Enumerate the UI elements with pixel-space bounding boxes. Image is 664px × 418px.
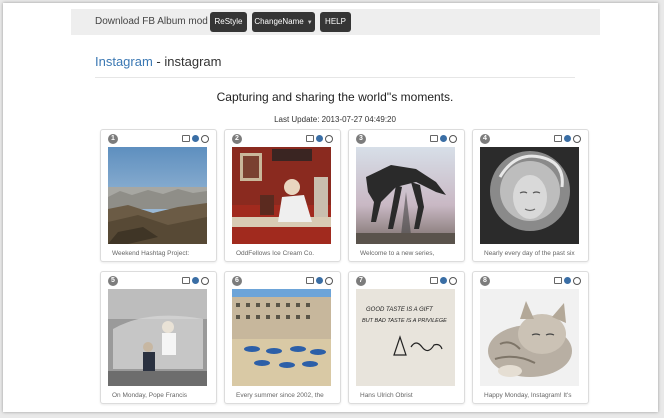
share-icon[interactable] [325,277,333,285]
card-actions [304,277,333,285]
photo-card[interactable]: 6 Every summer since 2002, the [224,271,341,404]
info-icon[interactable] [440,135,447,142]
ice-cream-shop-photo [232,147,331,244]
page: Download FB Album mod ReStyle ChangeName… [3,3,658,412]
photo-caption: Welcome to a new series, [360,250,435,257]
photo-number-badge: 6 [232,276,242,286]
comment-icon[interactable] [306,135,314,142]
card-actions [428,277,457,285]
album-tagline: Capturing and sharing the world''s momen… [216,90,454,104]
comment-icon[interactable] [430,135,438,142]
share-icon[interactable] [201,277,209,285]
info-icon[interactable] [192,135,199,142]
photo-card[interactable]: 1 Weekend Hashtag Project: [100,129,217,262]
navbar-brand[interactable]: Download FB Album mod [95,16,208,27]
card-actions [180,277,209,285]
comment-icon[interactable] [306,277,314,284]
share-icon[interactable] [201,135,209,143]
photo-number-badge: 8 [480,276,490,286]
photo-number-badge: 1 [108,134,118,144]
photo-caption: Nearly every day of the past six [484,250,575,257]
help-button[interactable]: HELP [320,12,351,32]
restyle-button[interactable]: ReStyle [210,12,247,32]
comment-icon[interactable] [554,135,562,142]
comment-icon[interactable] [182,277,190,284]
photo-caption: Every summer since 2002, the [236,392,324,399]
share-icon[interactable] [573,135,581,143]
sleeping-cat-photo [480,289,579,386]
photo-card[interactable]: 5 On Monday, Pope Francis [100,271,217,404]
handwritten-note-photo: GOOD TASTE IS A GIFT BUT BAD TASTE IS A … [356,289,455,386]
note-line-1: GOOD TASTE IS A GIFT [366,307,434,313]
photo-caption: OddFellows Ice Cream Co. [236,250,315,257]
top-navbar: Download FB Album mod ReStyle ChangeName… [71,9,600,35]
photo-number-badge: 5 [108,276,118,286]
photo-card[interactable]: 3 Welcome to a new series, [348,129,465,262]
change-name-button-label: ChangeName [254,17,304,26]
photo-card[interactable]: 4 Nearly every day of the past six [472,129,589,262]
last-update: Last Update: 2013-07-27 04:49:20 [274,115,396,124]
note-line-2: BUT BAD TASTE IS A PRIVILEGE [362,318,447,324]
comment-icon[interactable] [182,135,190,142]
photo-thumbnail[interactable] [232,289,331,386]
photo-caption: On Monday, Pope Francis [112,392,188,399]
popemobile-photo [108,289,207,386]
card-actions [180,135,209,143]
share-icon[interactable] [573,277,581,285]
photo-number-badge: 2 [232,134,242,144]
info-icon[interactable] [564,135,571,142]
dinosaur-skeleton-photo [356,147,455,244]
photo-caption: Happy Monday, Instagram! It's [484,392,572,399]
restyle-button-label: ReStyle [214,17,243,26]
info-icon[interactable] [316,135,323,142]
photo-card[interactable]: 2 OddFellows Ice Cream Co. [224,129,341,262]
info-icon[interactable] [192,277,199,284]
photo-number-badge: 4 [480,134,490,144]
photo-thumbnail[interactable]: GOOD TASTE IS A GIFT BUT BAD TASTE IS A … [356,289,455,386]
photo-thumbnail[interactable] [108,289,207,386]
share-icon[interactable] [449,135,457,143]
title-separator: - [152,54,165,69]
change-name-button[interactable]: ChangeName ▼ [252,12,315,32]
photo-caption: Hans Ulrich Obrist [360,392,413,399]
info-icon[interactable] [440,277,447,284]
share-icon[interactable] [325,135,333,143]
photo-thumbnail[interactable] [232,147,331,244]
card-actions [304,135,333,143]
photo-number-badge: 7 [356,276,366,286]
city-hills-photo [108,147,207,244]
portrait-bw-photo [480,147,579,244]
instagram-link[interactable]: Instagram [95,54,153,69]
photo-thumbnail[interactable] [480,147,579,244]
photo-thumbnail[interactable] [480,289,579,386]
city-beach-photo [232,289,331,386]
page-title: Instagram - instagram [95,54,221,69]
card-actions [428,135,457,143]
card-actions [552,277,581,285]
photo-card[interactable]: 7 GOOD TASTE IS A GIFT BUT BAD TASTE IS … [348,271,465,404]
account-name: instagram [164,54,222,69]
comment-icon[interactable] [554,277,562,284]
photo-card[interactable]: 8 Happy Monday, Instagram! It's [472,271,589,404]
photo-caption: Weekend Hashtag Project: [112,250,190,257]
card-actions [552,135,581,143]
comment-icon[interactable] [430,277,438,284]
share-icon[interactable] [449,277,457,285]
info-icon[interactable] [564,277,571,284]
caret-down-icon: ▼ [306,20,313,26]
help-button-label: HELP [325,17,346,26]
photo-number-badge: 3 [356,134,366,144]
photo-thumbnail[interactable] [356,147,455,244]
photo-thumbnail[interactable] [108,147,207,244]
header-divider [95,77,575,78]
info-icon[interactable] [316,277,323,284]
